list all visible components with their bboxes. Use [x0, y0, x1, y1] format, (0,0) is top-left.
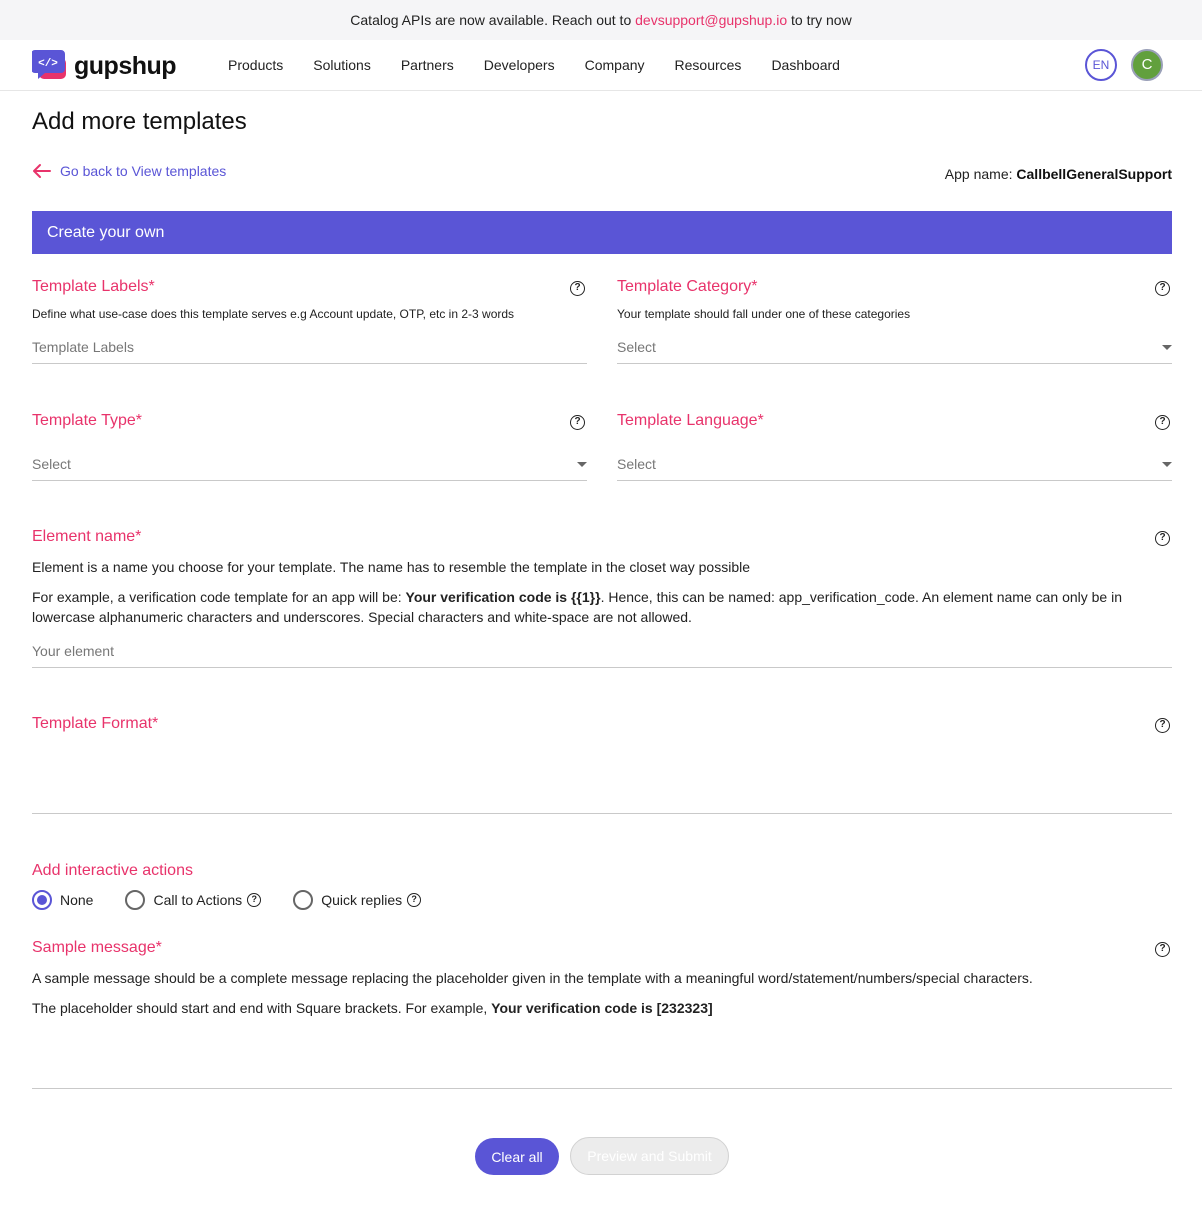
help-icon[interactable]: ? [570, 415, 585, 430]
announcement-text-end: to try now [787, 12, 852, 28]
help-icon[interactable]: ? [1155, 531, 1170, 546]
radio-label-none: None [60, 892, 94, 908]
logo-icon: </> [32, 50, 66, 79]
sample-message-example: The placeholder should start and end wit… [32, 998, 1172, 1018]
menu-item-company[interactable]: Company [570, 57, 660, 73]
app-name-value: CallbellGeneralSupport [1016, 166, 1172, 182]
sample-message-description: A sample message should be a complete me… [32, 970, 1033, 986]
preview-and-submit-button[interactable]: Preview and Submit [570, 1137, 729, 1175]
template-category-label: Template Category* [617, 278, 758, 295]
support-email-link[interactable]: devsupport@gupshup.io [635, 12, 787, 28]
help-icon[interactable]: ? [1155, 281, 1170, 296]
template-category-value: Select [617, 339, 656, 355]
radio-unchecked-icon [125, 890, 146, 910]
chevron-down-icon [577, 462, 587, 467]
element-example-text: For example, a verification code templat… [32, 589, 406, 605]
radio-label-quick-replies: Quick replies [321, 892, 403, 908]
app-name-label: App name: [944, 166, 1013, 182]
sample-example-text: The placeholder should start and end wit… [32, 1000, 492, 1016]
menu-item-solutions[interactable]: Solutions [298, 57, 386, 73]
help-icon[interactable]: ? [1155, 415, 1170, 430]
sample-message-textarea[interactable] [32, 1025, 1172, 1089]
radio-checked-icon [32, 890, 52, 910]
element-name-label: Element name* [32, 528, 142, 545]
menu-item-developers[interactable]: Developers [469, 57, 570, 73]
template-language-select[interactable]: Select [617, 451, 1172, 481]
template-language-value: Select [617, 456, 656, 472]
template-format-label: Template Format* [32, 715, 159, 732]
radio-label-call-to-actions: Call to Actions [153, 892, 243, 908]
template-type-select[interactable]: Select [32, 451, 587, 481]
help-icon[interactable]: ? [247, 893, 262, 907]
page-title: Add more templates [32, 108, 247, 135]
template-type-value: Select [32, 456, 71, 472]
template-language-label: Template Language* [617, 412, 764, 429]
brand-name: gupshup [74, 51, 177, 80]
top-navbar: </> gupshup Products Solutions Partners … [0, 40, 1202, 91]
menu-item-resources[interactable]: Resources [660, 57, 757, 73]
interactive-actions-label: Add interactive actions [32, 862, 193, 879]
radio-option-call-to-actions[interactable]: Call to Actions ? [125, 890, 262, 910]
svg-text:</>: </> [38, 58, 58, 70]
help-icon[interactable]: ? [570, 281, 585, 296]
help-icon[interactable]: ? [1155, 942, 1170, 957]
user-avatar[interactable]: C [1131, 49, 1163, 81]
radio-option-quick-replies[interactable]: Quick replies ? [293, 890, 422, 910]
main-menu: Products Solutions Partners Developers C… [213, 40, 855, 90]
create-your-own-banner: Create your own [32, 211, 1172, 254]
interactive-actions-radio-group: None Call to Actions ? Quick replies ? [32, 889, 453, 911]
menu-item-partners[interactable]: Partners [386, 57, 469, 73]
chevron-down-icon [1162, 345, 1172, 350]
language-button[interactable]: EN [1085, 49, 1117, 81]
element-name-description: Element is a name you choose for your te… [32, 559, 751, 575]
radio-unchecked-icon [293, 890, 314, 910]
app-name: App name: CallbellGeneralSupport [945, 166, 1172, 182]
back-link-label: Go back to View templates [60, 163, 227, 179]
template-category-description: Your template should fall under one of t… [617, 307, 911, 321]
template-type-label: Template Type* [32, 412, 142, 429]
menu-item-dashboard[interactable]: Dashboard [756, 57, 855, 73]
sample-message-label: Sample message* [32, 939, 162, 956]
menu-item-products[interactable]: Products [213, 57, 298, 73]
template-labels-input[interactable]: Template Labels [32, 334, 587, 364]
element-name-example: For example, a verification code templat… [32, 587, 1172, 627]
template-labels-description: Define what use-case does this template … [32, 307, 515, 321]
announcement-bar: Catalog APIs are now available. Reach ou… [0, 0, 1202, 40]
sample-example-bold: Your verification code is [232323] [491, 1000, 713, 1016]
arrow-left-icon [33, 164, 51, 178]
clear-all-button[interactable]: Clear all [475, 1138, 559, 1175]
gupshup-logo[interactable]: </> gupshup [32, 49, 177, 83]
template-labels-label: Template Labels* [32, 278, 155, 295]
template-category-select[interactable]: Select [617, 334, 1172, 364]
help-icon[interactable]: ? [1155, 718, 1170, 733]
element-name-input[interactable]: Your element [32, 638, 1172, 668]
chevron-down-icon [1162, 462, 1172, 467]
help-icon[interactable]: ? [407, 893, 422, 907]
element-example-bold: Your verification code is {{1}} [405, 589, 601, 605]
back-to-templates-link[interactable]: Go back to View templates [32, 163, 226, 179]
radio-option-none[interactable]: None [32, 890, 93, 910]
template-format-textarea[interactable] [32, 740, 1172, 814]
announcement-text: Catalog APIs are now available. Reach ou… [350, 12, 636, 28]
